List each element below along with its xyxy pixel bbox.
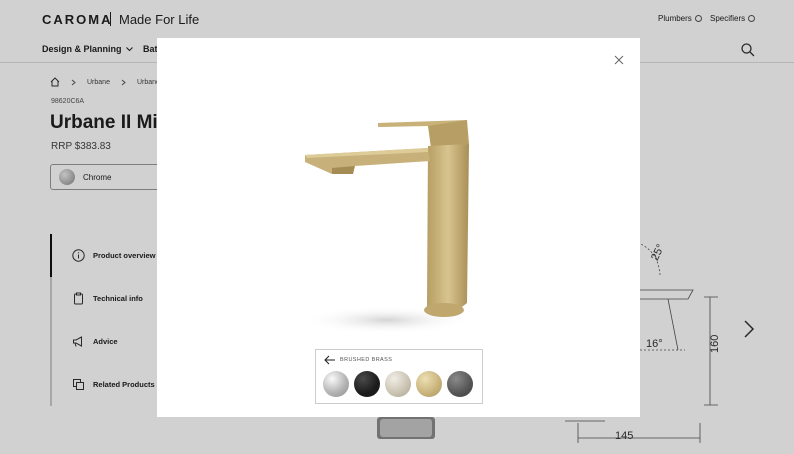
chrome-swatch[interactable] bbox=[323, 371, 349, 397]
selected-finish-name: BRUSHED BRASS bbox=[340, 357, 393, 363]
matte-black-swatch[interactable] bbox=[354, 371, 380, 397]
finish-gallery-modal: BRUSHED BRASS bbox=[157, 38, 640, 417]
finish-picker: BRUSHED BRASS bbox=[315, 349, 483, 404]
finish-swatches bbox=[323, 371, 473, 397]
close-icon[interactable] bbox=[613, 54, 625, 66]
brushed-nickel-swatch[interactable] bbox=[385, 371, 411, 397]
brushed-brass-swatch[interactable] bbox=[416, 371, 442, 397]
tap-image bbox=[302, 120, 472, 334]
back-arrow-icon[interactable] bbox=[324, 355, 336, 365]
gunmetal-swatch[interactable] bbox=[447, 371, 473, 397]
